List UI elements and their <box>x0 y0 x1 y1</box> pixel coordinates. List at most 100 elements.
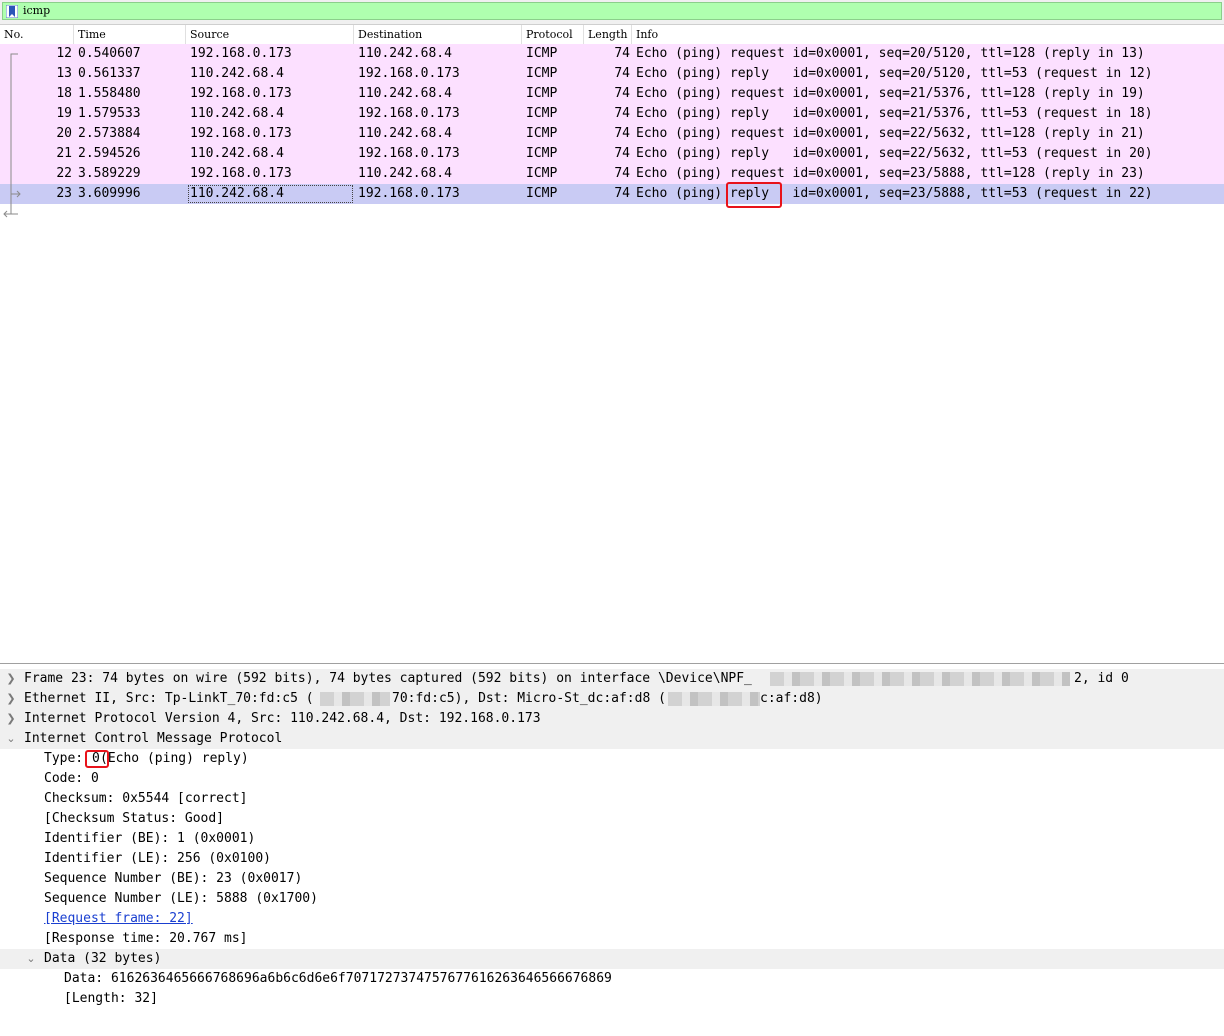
data-summary: Data (32 bytes) <box>44 951 162 966</box>
packet-info: Echo (ping) reply id=0x0001, seq=20/5120… <box>636 64 1153 84</box>
field-response-time[interactable]: [Response time: 20.767 ms] <box>0 929 1224 949</box>
packet-destination: 110.242.68.4 <box>358 46 452 61</box>
packet-protocol: ICMP <box>526 86 558 101</box>
packet-info-info-b: request <box>729 166 785 181</box>
tree-item-data[interactable]: ⌄ Data (32 bytes) <box>0 949 1224 969</box>
packet-info-info-c: id=0x0001, seq=21/5376, ttl=128 (reply i… <box>784 86 1145 101</box>
field-identifier-be[interactable]: Identifier (BE): 1 (0x0001) <box>0 829 1224 849</box>
packet-info-info-a: Echo (ping) <box>636 106 730 121</box>
packet-protocol: ICMP <box>526 166 558 181</box>
packet-protocol: ICMP <box>526 126 558 141</box>
sequence-be-text: Sequence Number (BE): 23 (0x0017) <box>44 871 303 886</box>
packet-info-info-b: request <box>729 86 785 101</box>
field-code[interactable]: Code: 0 <box>0 769 1224 789</box>
sequence-le-text: Sequence Number (LE): 5888 (0x1700) <box>44 891 318 906</box>
packet-row[interactable]: 18 1.558480 192.168.0.173 110.242.68.4 ICMP 7… <box>0 84 1224 104</box>
chevron-right-icon[interactable]: ❯ <box>5 669 17 689</box>
packet-source: 192.168.0.173 <box>190 86 292 101</box>
column-header-protocol[interactable]: Protocol <box>522 25 584 44</box>
chevron-right-icon[interactable]: ❯ <box>5 689 17 709</box>
chevron-down-icon[interactable]: ⌄ <box>5 729 17 749</box>
tree-item-icmp[interactable]: ⌄ Internet Control Message Protocol <box>0 729 1224 749</box>
packet-info-info-b: reply <box>729 106 770 121</box>
packet-destination: 110.242.68.4 <box>358 126 452 141</box>
bookmark-icon[interactable] <box>6 5 18 18</box>
code-text: Code: 0 <box>44 771 99 786</box>
column-header-info[interactable]: Info <box>632 25 1224 44</box>
column-header-length[interactable]: Length <box>584 25 632 44</box>
packet-time: 0.561337 <box>78 66 141 81</box>
packet-destination: 192.168.0.173 <box>358 186 460 201</box>
packet-info: Echo (ping) request id=0x0001, seq=23/58… <box>636 164 1145 184</box>
packet-row[interactable]: 23 3.609996 110.242.68.4 192.168.0.173 ICMP 7… <box>0 182 1224 208</box>
tree-item-ip[interactable]: ❯ Internet Protocol Version 4, Src: 110.… <box>0 709 1224 729</box>
ethernet-summary: Ethernet II, Src: Tp-LinkT_70:fd:c5 ( <box>24 691 314 706</box>
packet-info-info-c: id=0x0001, seq=21/5376, ttl=53 (request … <box>769 106 1153 121</box>
packet-info: Echo (ping) request id=0x0001, seq=22/56… <box>636 124 1145 144</box>
tree-item-frame[interactable]: ❯ Frame 23: 74 bytes on wire (592 bits),… <box>0 669 1224 689</box>
packet-source: 110.242.68.4 <box>190 146 284 161</box>
icmp-summary: Internet Control Message Protocol <box>24 731 283 746</box>
field-identifier-le[interactable]: Identifier (LE): 256 (0x0100) <box>0 849 1224 869</box>
chevron-right-icon[interactable]: ❯ <box>5 709 17 729</box>
response-time-text: [Response time: 20.767 ms] <box>44 931 248 946</box>
packet-time: 3.609996 <box>78 186 141 201</box>
packet-destination: 192.168.0.173 <box>358 106 460 121</box>
identifier-be-text: Identifier (BE): 1 (0x0001) <box>44 831 256 846</box>
packet-time: 0.540607 <box>78 46 141 61</box>
packet-list[interactable]: No. Time Source Destination Protocol Len… <box>0 25 1224 664</box>
field-data[interactable]: Data: 6162636465666768696a6b6c6d6e6f7071… <box>0 969 1224 989</box>
packet-row[interactable]: 21 2.594526 110.242.68.4 192.168.0.173 ICMP 7… <box>0 144 1224 164</box>
packet-info: Echo (ping) reply id=0x0001, seq=23/5888… <box>636 184 1153 204</box>
column-header-destination[interactable]: Destination <box>354 25 522 44</box>
filter-text: icmp <box>23 4 51 17</box>
packet-destination: 110.242.68.4 <box>358 166 452 181</box>
packet-info-info-c: id=0x0001, seq=20/5120, ttl=53 (request … <box>769 66 1153 81</box>
field-type[interactable]: Type: 0 (Echo (ping) reply) <box>0 749 1224 769</box>
display-filter-input[interactable]: icmp <box>2 2 1222 20</box>
packet-info-info-a: Echo (ping) <box>636 186 730 201</box>
packet-row[interactable]: 20 2.573884 192.168.0.173 110.242.68.4 ICMP 7… <box>0 124 1224 144</box>
packet-info-info-b: request <box>729 46 785 61</box>
tree-item-ethernet[interactable]: ❯ Ethernet II, Src: Tp-LinkT_70:fd:c5 ( … <box>0 689 1224 709</box>
ip-summary: Internet Protocol Version 4, Src: 110.24… <box>24 711 541 726</box>
field-request-frame[interactable]: [Request frame: 22] <box>0 909 1224 929</box>
packet-details-pane[interactable]: ❯ Frame 23: 74 bytes on wire (592 bits),… <box>0 667 1224 1036</box>
packet-info: Echo (ping) request id=0x0001, seq=20/51… <box>636 44 1145 64</box>
packet-row[interactable]: 19 1.579533 110.242.68.4 192.168.0.173 ICMP 7… <box>0 104 1224 124</box>
packet-info-info-b: reply <box>729 146 770 161</box>
packet-source: 192.168.0.173 <box>190 46 292 61</box>
packet-length: 74 <box>614 166 630 181</box>
column-header-time[interactable]: Time <box>74 25 186 44</box>
packet-list-header: No. Time Source Destination Protocol Len… <box>0 25 1224 45</box>
packet-info: Echo (ping) reply id=0x0001, seq=21/5376… <box>636 104 1153 124</box>
ethernet-summary-tail: c:af:d8) <box>760 691 823 706</box>
packet-source: 192.168.0.173 <box>190 166 292 181</box>
packet-time: 2.573884 <box>78 126 141 141</box>
packet-info-info-a: Echo (ping) <box>636 86 730 101</box>
packet-time: 1.558480 <box>78 86 141 101</box>
field-checksum[interactable]: Checksum: 0x5544 [correct] <box>0 789 1224 809</box>
field-sequence-le[interactable]: Sequence Number (LE): 5888 (0x1700) <box>0 889 1224 909</box>
field-data-length[interactable]: [Length: 32] <box>0 989 1224 1009</box>
frame-summary-tail: 2, id 0 <box>1074 671 1129 686</box>
packet-info: Echo (ping) reply id=0x0001, seq=22/5632… <box>636 144 1153 164</box>
field-checksum-status[interactable]: [Checksum Status: Good] <box>0 809 1224 829</box>
field-sequence-be[interactable]: Sequence Number (BE): 23 (0x0017) <box>0 869 1224 889</box>
packet-row[interactable]: 22 3.589229 192.168.0.173 110.242.68.4 ICMP 7… <box>0 164 1224 184</box>
packet-row[interactable]: 13 0.561337 110.242.68.4 192.168.0.173 ICMP 7… <box>0 64 1224 84</box>
packet-info-info-b: request <box>729 126 785 141</box>
packet-info-info-c: id=0x0001, seq=23/5888, ttl=53 (request … <box>769 186 1153 201</box>
chevron-down-icon[interactable]: ⌄ <box>25 949 37 969</box>
redacted-blur <box>770 672 1070 686</box>
request-frame-link[interactable]: [Request frame: 22] <box>44 909 193 929</box>
column-header-no[interactable]: No. <box>0 25 74 44</box>
data-value-text: Data: 6162636465666768696a6b6c6d6e6f7071… <box>64 971 612 986</box>
packet-row[interactable]: 12 0.540607 192.168.0.173 110.242.68.4 ICMP 7… <box>0 44 1224 64</box>
packet-length: 74 <box>614 66 630 81</box>
packet-protocol: ICMP <box>526 146 558 161</box>
packet-length: 74 <box>614 106 630 121</box>
packet-protocol: ICMP <box>526 106 558 121</box>
identifier-le-text: Identifier (LE): 256 (0x0100) <box>44 851 271 866</box>
column-header-source[interactable]: Source <box>186 25 354 44</box>
